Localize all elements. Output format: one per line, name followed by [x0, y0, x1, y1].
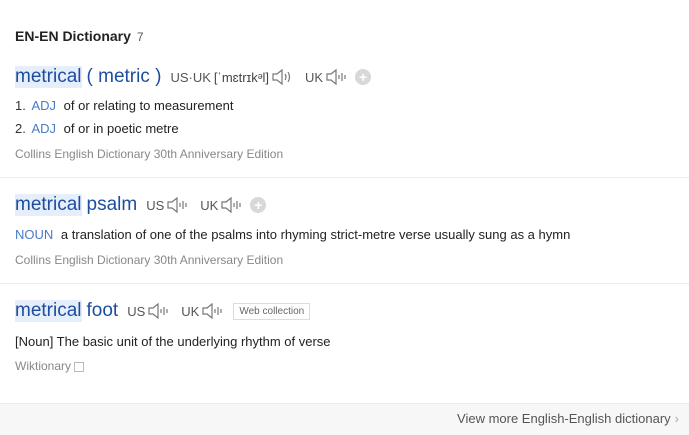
part-of-speech: ADJ	[31, 121, 57, 136]
entry-metrical-psalm: metrical psalm US UK + NOUN a translatio…	[0, 178, 689, 284]
part-of-speech: NOUN	[15, 227, 54, 242]
dictionary-source: Collins English Dictionary 30th Annivers…	[15, 253, 284, 267]
headword-rest[interactable]: foot	[87, 300, 119, 322]
definition-number: 2.	[15, 121, 26, 136]
part-of-speech: ADJ	[31, 98, 57, 113]
speaker-icon[interactable]	[166, 196, 190, 214]
definition-text: a translation of one of the psalms into …	[60, 227, 571, 242]
definition-2: 2. ADJ of or in poetic metre	[15, 121, 179, 136]
headword-rest[interactable]: psalm	[87, 194, 138, 216]
pronunciation-label-uk: UK	[200, 197, 219, 213]
source-label[interactable]: Wiktionary	[15, 359, 71, 373]
entry-headline: metrical psalm US UK +	[15, 194, 267, 216]
view-more-link[interactable]: View more English-English dictionary ›	[457, 411, 679, 426]
entry-metrical: metrical ( metric ) US·UK [ˈmɛtrɪkᵊl] UK…	[0, 60, 689, 178]
dictionary-source: Wiktionary	[15, 359, 85, 373]
external-link-icon[interactable]	[74, 361, 85, 372]
dictionary-title: EN-EN Dictionary	[15, 28, 131, 44]
dictionary-source: Collins English Dictionary 30th Annivers…	[15, 147, 284, 161]
footer-bar: View more English-English dictionary ›	[0, 403, 689, 435]
speaker-icon[interactable]	[325, 68, 349, 86]
definition-text: [Noun] The basic unit of the underlying …	[15, 334, 331, 349]
pronunciation-label-us: US	[146, 197, 165, 213]
speaker-icon[interactable]	[271, 68, 295, 86]
entry-headline: metrical ( metric ) US·UK [ˈmɛtrɪkᵊl] UK…	[15, 66, 372, 88]
definition-text: of or relating to measurement	[63, 98, 234, 113]
speaker-icon[interactable]	[201, 302, 225, 320]
phonetic-transcription: [ˈmɛtrɪkᵊl]	[213, 69, 270, 85]
definition-1: 1. ADJ of or relating to measurement	[15, 98, 233, 113]
definition-1: NOUN a translation of one of the psalms …	[15, 227, 570, 242]
add-icon[interactable]: +	[250, 197, 267, 213]
entry-headline: metrical foot US UK Web collection	[15, 300, 311, 322]
web-collection-tag[interactable]: Web collection	[233, 302, 311, 320]
chevron-right-icon: ›	[674, 411, 679, 426]
headword-main[interactable]: metrical	[15, 194, 82, 216]
headword-main[interactable]: metrical	[15, 300, 82, 322]
add-icon[interactable]: +	[355, 69, 372, 85]
dictionary-header: EN-EN Dictionary 7	[15, 28, 144, 44]
pronunciation-label-us-uk: US·UK	[170, 69, 211, 85]
definition-text: of or in poetic metre	[63, 121, 179, 136]
pronunciation-label-us: US	[127, 303, 146, 319]
speaker-icon[interactable]	[220, 196, 244, 214]
definition-number: 1.	[15, 98, 26, 113]
entry-metrical-foot: metrical foot US UK Web collection [Noun…	[0, 284, 689, 394]
entry-count: 7	[136, 30, 144, 44]
view-more-label: View more English-English dictionary	[457, 411, 671, 426]
pronunciation-label-uk: UK	[305, 69, 324, 85]
headword-rest[interactable]: ( metric )	[87, 66, 162, 88]
speaker-icon[interactable]	[147, 302, 171, 320]
headword-main[interactable]: metrical	[15, 66, 82, 88]
definition-1: [Noun] The basic unit of the underlying …	[15, 334, 331, 349]
pronunciation-label-uk: UK	[181, 303, 200, 319]
